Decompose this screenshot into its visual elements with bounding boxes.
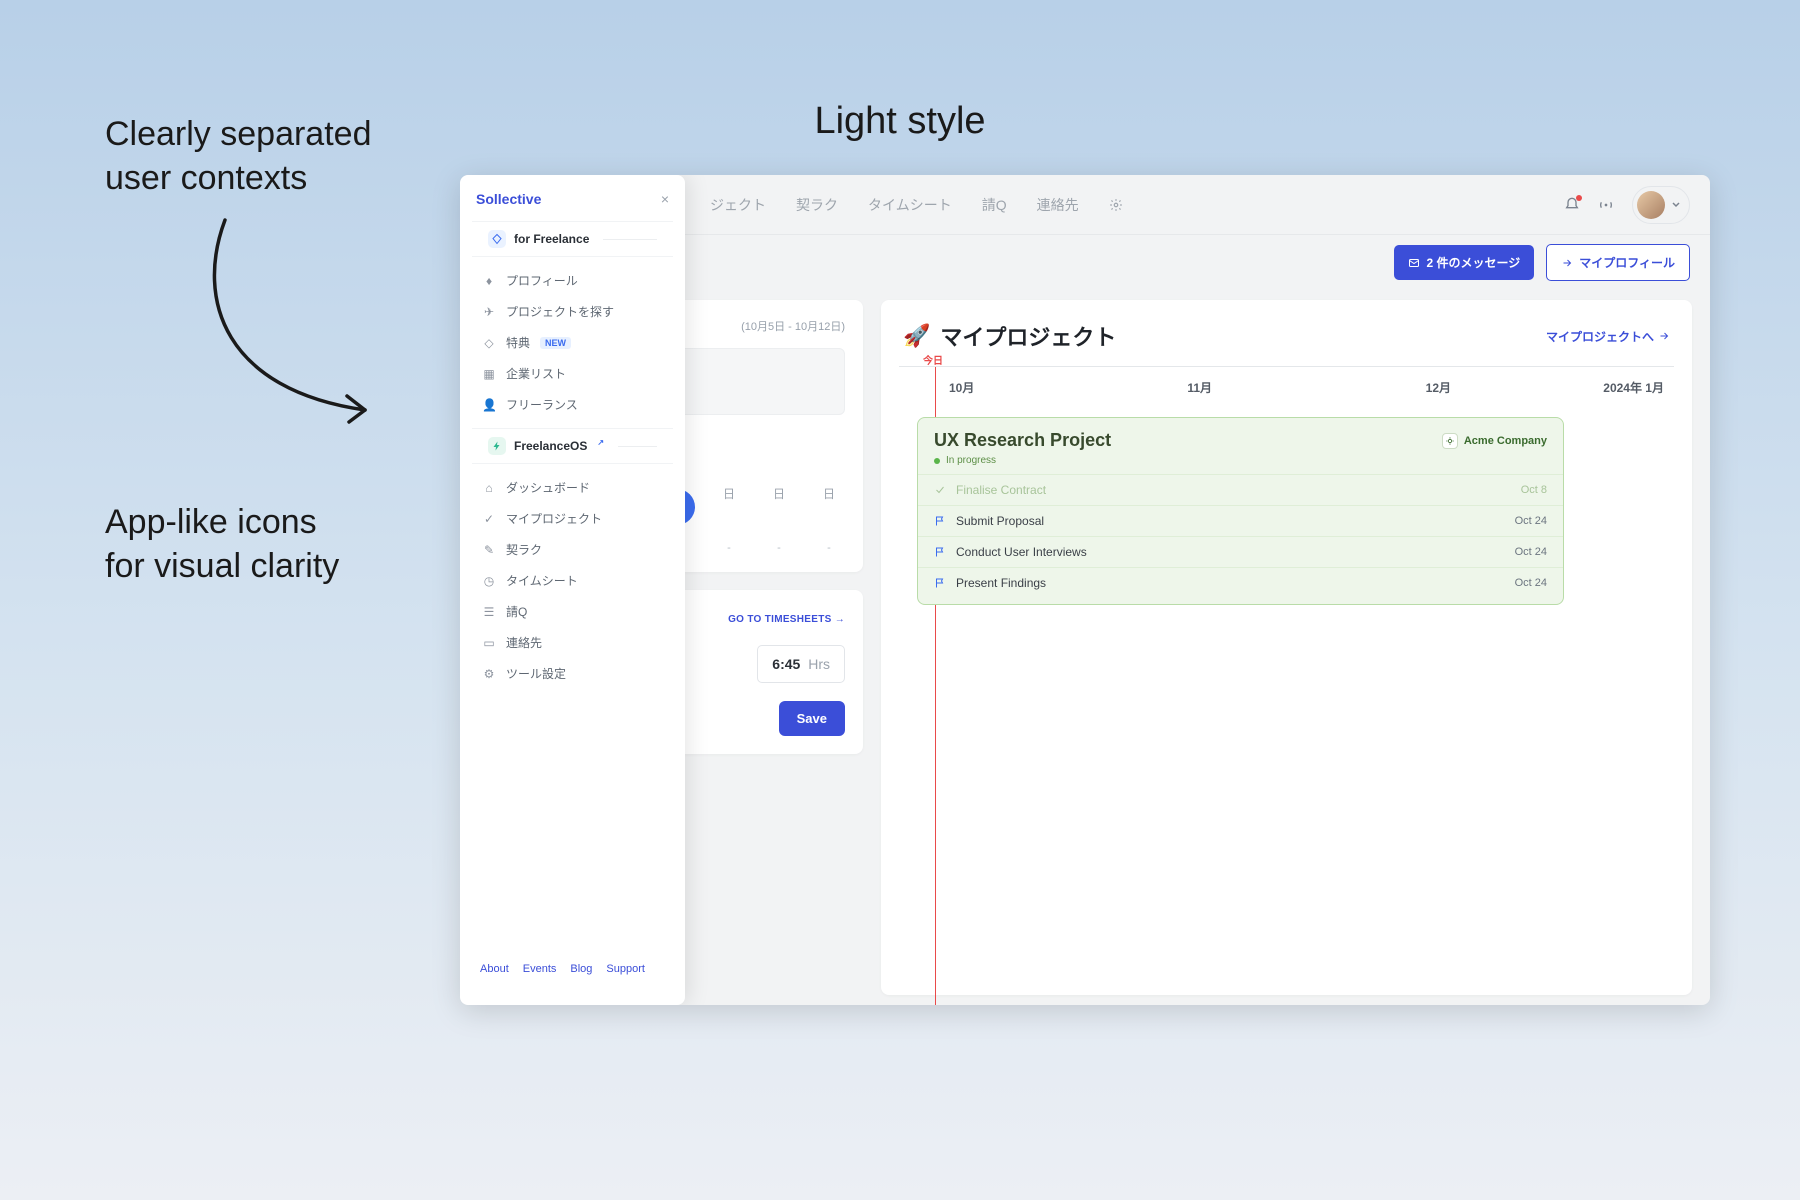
- sidebar-item-label: フリーランス: [506, 396, 578, 413]
- save-button[interactable]: Save: [779, 701, 845, 736]
- day[interactable]: 日-: [813, 485, 845, 554]
- diamond-icon: [488, 230, 506, 248]
- item-icon: ⚙: [482, 667, 496, 681]
- sidebar-item[interactable]: ⚙ ツール設定: [460, 658, 685, 689]
- sidebar-item[interactable]: ⌂ ダッシュボード: [460, 472, 685, 503]
- sidebar-item[interactable]: 👤 フリーランス: [460, 389, 685, 420]
- chevron-down-icon: [1671, 200, 1681, 210]
- bolt-icon: [488, 437, 506, 455]
- page-title: Light style: [0, 100, 1800, 143]
- flag-icon: [934, 577, 946, 589]
- gear-icon[interactable]: [1109, 195, 1123, 215]
- project-card[interactable]: UX Research Project Acme Company In prog…: [917, 417, 1564, 605]
- flag-icon: [934, 515, 946, 527]
- footer-about[interactable]: About: [480, 963, 509, 975]
- messages-button[interactable]: 2 件のメッセージ: [1394, 245, 1534, 280]
- nav-contracts[interactable]: 契ラク: [796, 195, 838, 215]
- sidebar-item-label: 契ラク: [506, 541, 542, 558]
- sidebar-item-label: プロフィール: [506, 272, 578, 289]
- sidebar-item-label: ツール設定: [506, 665, 566, 682]
- footer-support[interactable]: Support: [606, 963, 645, 975]
- sidebar-item-label: 特典: [506, 334, 530, 351]
- annotation-2: App-like icons for visual clarity: [105, 500, 339, 588]
- broadcast-icon[interactable]: [1598, 197, 1614, 213]
- sidebar-panel: Sollective × for Freelance ♦ プロフィール ✈ プロジェク…: [460, 175, 685, 1005]
- item-icon: ▭: [482, 636, 496, 650]
- nav-invoices[interactable]: 請Q: [982, 195, 1007, 215]
- sidebar-item-label: 連絡先: [506, 634, 542, 651]
- today-marker: 今日: [923, 352, 943, 367]
- sidebar-section-freelance: for Freelance: [472, 221, 673, 257]
- timeline: 今日 10月 11月 12月 2024年 1月 UX Research Proj…: [899, 366, 1674, 1005]
- project-task-row[interactable]: Conduct User InterviewsOct 24: [918, 536, 1563, 567]
- arrow-icon: [1561, 257, 1573, 269]
- item-icon: ☰: [482, 605, 496, 619]
- nav-timesheet[interactable]: タイムシート: [868, 195, 952, 215]
- sidebar-item[interactable]: ◷ タイムシート: [460, 565, 685, 596]
- check-icon: [934, 484, 946, 496]
- day[interactable]: 日-: [763, 485, 795, 554]
- item-icon: ♦: [482, 274, 496, 288]
- item-icon: ◇: [482, 336, 496, 350]
- close-icon[interactable]: ×: [661, 191, 669, 207]
- project-task-row[interactable]: Present FindingsOct 24: [918, 567, 1563, 598]
- nav-contacts[interactable]: 連絡先: [1037, 195, 1079, 215]
- sidebar-item[interactable]: ☰ 請Q: [460, 596, 685, 627]
- project-task-row[interactable]: Submit ProposalOct 24: [918, 505, 1563, 536]
- mail-icon: [1408, 257, 1420, 269]
- arrow-right-icon: [1658, 330, 1670, 342]
- footer-blog[interactable]: Blog: [570, 963, 592, 975]
- item-icon: ⌂: [482, 481, 496, 495]
- sidebar-item-label: タイムシート: [506, 572, 578, 589]
- sidebar-item-label: マイプロジェクト: [506, 510, 602, 527]
- projects-card: 🚀 マイプロジェクト マイプロジェクトへ 今日 10月 11月 12月: [881, 300, 1692, 995]
- rocket-icon: 🚀: [903, 323, 930, 349]
- my-profile-button[interactable]: マイプロフィール: [1546, 244, 1690, 281]
- project-task-row[interactable]: Finalise ContractOct 8: [918, 474, 1563, 505]
- nav-projects[interactable]: ジェクト: [710, 195, 766, 215]
- user-menu[interactable]: [1632, 186, 1690, 224]
- month-scale: 10月 11月 12月 2024年 1月: [899, 367, 1674, 406]
- sidebar-item[interactable]: ✈ プロジェクトを探す: [460, 296, 685, 327]
- item-icon: ✈: [482, 305, 496, 319]
- projects-link[interactable]: マイプロジェクトへ: [1546, 328, 1670, 345]
- sidebar-item-label: ダッシュボード: [506, 479, 590, 496]
- sidebar-item[interactable]: ◇ 特典 NEW: [460, 327, 685, 358]
- flag-icon: [934, 546, 946, 558]
- top-nav: ジェクト 契ラク タイムシート 請Q 連絡先: [710, 195, 1123, 215]
- sidebar-item[interactable]: ▦ 企業リスト: [460, 358, 685, 389]
- new-badge: NEW: [540, 337, 571, 349]
- arrow-icon: [185, 210, 385, 440]
- sidebar-footer: About Events Blog Support: [460, 949, 685, 989]
- item-icon: ◷: [482, 574, 496, 588]
- sidebar-item[interactable]: ✓ マイプロジェクト: [460, 503, 685, 534]
- project-status: In progress: [918, 455, 1563, 474]
- item-icon: 👤: [482, 398, 496, 412]
- date-range: (10月5日 - 10月12日): [741, 318, 845, 334]
- avatar: [1637, 191, 1665, 219]
- sidebar-item-label: 請Q: [506, 603, 527, 620]
- item-icon: ✓: [482, 512, 496, 526]
- footer-events[interactable]: Events: [523, 963, 557, 975]
- sidebar-item-label: プロジェクトを探す: [506, 303, 614, 320]
- sidebar-brand: Sollective: [476, 191, 541, 207]
- sidebar-item[interactable]: ✎ 契ラク: [460, 534, 685, 565]
- bell-icon[interactable]: [1564, 197, 1580, 213]
- project-company: Acme Company: [1442, 433, 1547, 449]
- go-to-timesheets-link[interactable]: GO TO TIMESHEETS →: [728, 614, 845, 625]
- day[interactable]: 日-: [713, 485, 745, 554]
- app-window: ジェクト 契ラク タイムシート 請Q 連絡先 2 件のメッセージ: [460, 175, 1710, 1005]
- sidebar-item[interactable]: ▭ 連絡先: [460, 627, 685, 658]
- projects-title: 🚀 マイプロジェクト: [903, 320, 1116, 352]
- sidebar-item-label: 企業リスト: [506, 365, 566, 382]
- item-icon: ▦: [482, 367, 496, 381]
- hours-input[interactable]: 6:45 Hrs: [757, 645, 845, 683]
- sidebar-item[interactable]: ♦ プロフィール: [460, 265, 685, 296]
- item-icon: ✎: [482, 543, 496, 557]
- project-name: UX Research Project: [934, 430, 1111, 451]
- company-badge-icon: [1442, 433, 1458, 449]
- sidebar-section-freelanceos: FreelanceOS↗: [472, 428, 673, 464]
